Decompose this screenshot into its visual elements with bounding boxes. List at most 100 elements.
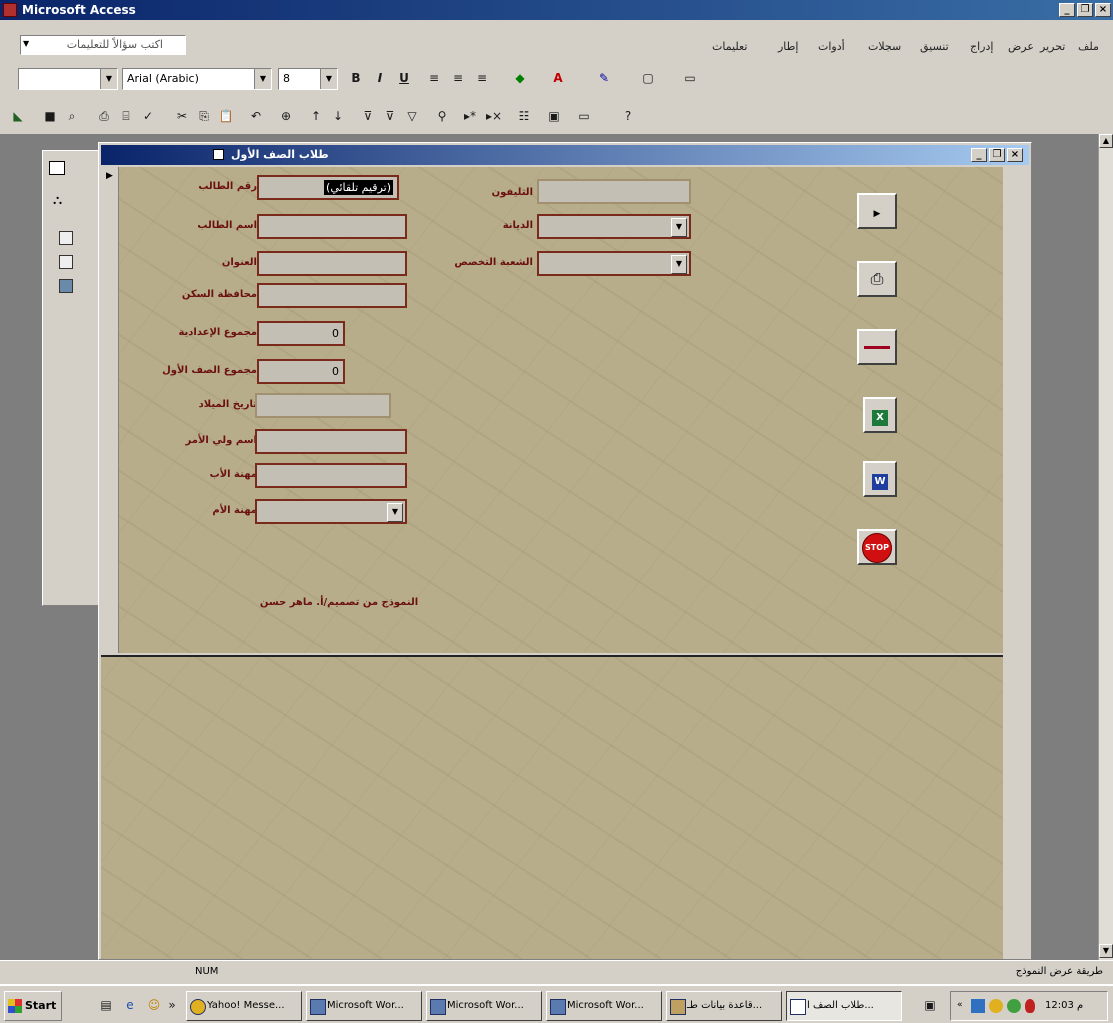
desktop-icon[interactable]: ▤ (96, 995, 116, 1015)
menu-help[interactable]: تعليمات (712, 40, 747, 54)
ie-icon[interactable]: e (120, 995, 140, 1015)
quicklaunch-more-icon[interactable]: » (162, 995, 182, 1015)
birth-date-field[interactable] (255, 393, 391, 418)
new-object-icon[interactable]: ▭ (574, 106, 594, 126)
vertical-scrollbar[interactable]: ▲ ▼ (1098, 134, 1113, 960)
file-search-icon[interactable]: ⌕ (62, 106, 82, 126)
task-database[interactable]: قاعدة بيانات طـ... (666, 991, 782, 1021)
print-button[interactable]: ⎙ (857, 261, 897, 297)
close-icon[interactable]: × (1095, 3, 1111, 17)
father-job-field[interactable] (255, 463, 407, 488)
menu-view[interactable]: عرض (1008, 40, 1034, 54)
chevron-down-icon[interactable]: ▼ (254, 69, 271, 89)
menu-edit[interactable]: تحرير (1040, 40, 1065, 54)
volume-icon[interactable] (1025, 999, 1035, 1013)
special-effect-icon[interactable]: ▭ (680, 68, 700, 88)
fill-color-icon[interactable]: ◆ (510, 68, 530, 88)
bold-button[interactable]: B (346, 68, 366, 88)
student-id-field[interactable]: (ترقيم تلقائي) (257, 175, 399, 200)
find-icon[interactable]: ⚲ (432, 106, 452, 126)
save-icon[interactable]: ■ (40, 106, 60, 126)
italic-button[interactable]: I (370, 68, 390, 88)
antivirus-icon[interactable] (1007, 999, 1021, 1013)
cut-icon[interactable]: ✂ (172, 106, 192, 126)
close-form-button[interactable]: STOP (857, 529, 897, 565)
minimize-icon[interactable]: _ (1059, 3, 1075, 17)
messenger-icon[interactable]: ☺ (144, 995, 164, 1015)
task-yahoo[interactable]: Yahoo! Messe... (186, 991, 302, 1021)
record-selector[interactable]: ▶ (101, 167, 119, 653)
task-word[interactable]: Microsoft Wor... (426, 991, 542, 1021)
tray-arrow-icon[interactable]: « (957, 1000, 963, 1010)
align-center-icon[interactable]: ≡ (448, 68, 468, 88)
print-icon[interactable]: ⎙ (94, 106, 114, 126)
menu-records[interactable]: سجلات (868, 40, 901, 54)
align-left-icon[interactable]: ≡ (424, 68, 444, 88)
messenger-tray-icon[interactable] (989, 999, 1003, 1013)
prep-total-field[interactable]: 0 (257, 321, 345, 346)
object-combo[interactable]: ▼ (18, 68, 118, 90)
menu-format[interactable]: تنسيق (920, 40, 949, 54)
close-icon[interactable]: × (1007, 148, 1023, 162)
table-object-icon[interactable] (59, 279, 73, 293)
database-window-icon[interactable]: ▣ (544, 106, 564, 126)
export-excel-button[interactable]: X (863, 397, 897, 433)
religion-combo[interactable]: ▼ (537, 214, 691, 239)
line-width-icon[interactable]: ▢ (638, 68, 658, 88)
minimize-icon[interactable]: _ (971, 148, 987, 162)
menu-insert[interactable]: إدراج (970, 40, 993, 54)
export-word-button[interactable]: W (863, 461, 897, 497)
chevron-down-icon[interactable]: ▼ (671, 218, 687, 237)
paste-icon[interactable]: 📋 (216, 106, 236, 126)
chevron-down-icon[interactable]: ▼ (671, 255, 687, 274)
sort-descending-icon[interactable]: ↓ (328, 106, 348, 126)
menu-tools[interactable]: أدوات (818, 40, 845, 54)
font-size-combo[interactable]: 8 ▼ (278, 68, 338, 90)
network-icon[interactable] (971, 999, 985, 1013)
address-field[interactable] (257, 251, 407, 276)
form-window[interactable]: طلاب الصف الأول _ ❐ × ▶ رقم الطالب اسم ا… (98, 142, 1032, 960)
underline-button[interactable]: U (394, 68, 414, 88)
governorate-field[interactable] (257, 283, 407, 308)
chevron-down-icon[interactable]: ▼ (100, 69, 117, 89)
chevron-down-icon[interactable]: ▼ (387, 503, 403, 522)
student-name-field[interactable] (257, 214, 407, 239)
restore-icon[interactable]: ❐ (1077, 3, 1093, 17)
start-button[interactable]: Start (4, 991, 62, 1021)
menu-window[interactable]: إطار (778, 40, 798, 54)
guardian-name-field[interactable] (255, 429, 407, 454)
filter-by-selection-icon[interactable]: ⊽ (358, 106, 378, 126)
help-icon[interactable]: ? (618, 106, 638, 126)
form-object-icon[interactable] (59, 255, 73, 269)
scroll-down-icon[interactable]: ▼ (1099, 944, 1113, 958)
restore-icon[interactable]: ❐ (989, 148, 1005, 162)
font-name-combo[interactable]: Arial (Arabic) ▼ (122, 68, 272, 90)
first-grade-total-field[interactable]: 0 (257, 359, 345, 384)
properties-icon[interactable]: ☷ (514, 106, 534, 126)
align-right-icon[interactable]: ≡ (472, 68, 492, 88)
apply-filter-icon[interactable]: ▽ (402, 106, 422, 126)
filter-by-form-icon[interactable]: ⊽ (380, 106, 400, 126)
phone-field[interactable] (537, 179, 691, 204)
undo-icon[interactable]: ↶ (246, 106, 266, 126)
spelling-icon[interactable]: ✓ (138, 106, 158, 126)
line-color-icon[interactable]: ✎ (594, 68, 614, 88)
delete-record-icon[interactable]: ▸× (484, 106, 504, 126)
view-icon[interactable]: ◣ (8, 106, 28, 126)
menu-file[interactable]: ملف (1078, 40, 1099, 54)
print-preview-icon[interactable]: ⌸ (116, 106, 136, 126)
mother-job-combo[interactable]: ▼ (255, 499, 407, 524)
language-indicator-icon[interactable]: ▣ (920, 995, 940, 1015)
task-word[interactable]: Microsoft Wor... (306, 991, 422, 1021)
new-record-icon[interactable]: ▸* (460, 106, 480, 126)
sort-ascending-icon[interactable]: ↑ (306, 106, 326, 126)
chevron-down-icon[interactable]: ▼ (320, 69, 337, 89)
font-color-icon[interactable]: A (548, 68, 568, 88)
hyperlink-icon[interactable]: ⊕ (276, 106, 296, 126)
next-record-button[interactable]: ▶ (857, 193, 897, 229)
task-word[interactable]: Microsoft Wor... (546, 991, 662, 1021)
ask-question-box[interactable]: اكتب سؤالاً للتعليمات ▼ (20, 35, 186, 55)
divider-button[interactable] (857, 329, 897, 365)
form-object-icon[interactable] (59, 231, 73, 245)
task-form[interactable]: طلاب الصف ا... (786, 991, 902, 1021)
